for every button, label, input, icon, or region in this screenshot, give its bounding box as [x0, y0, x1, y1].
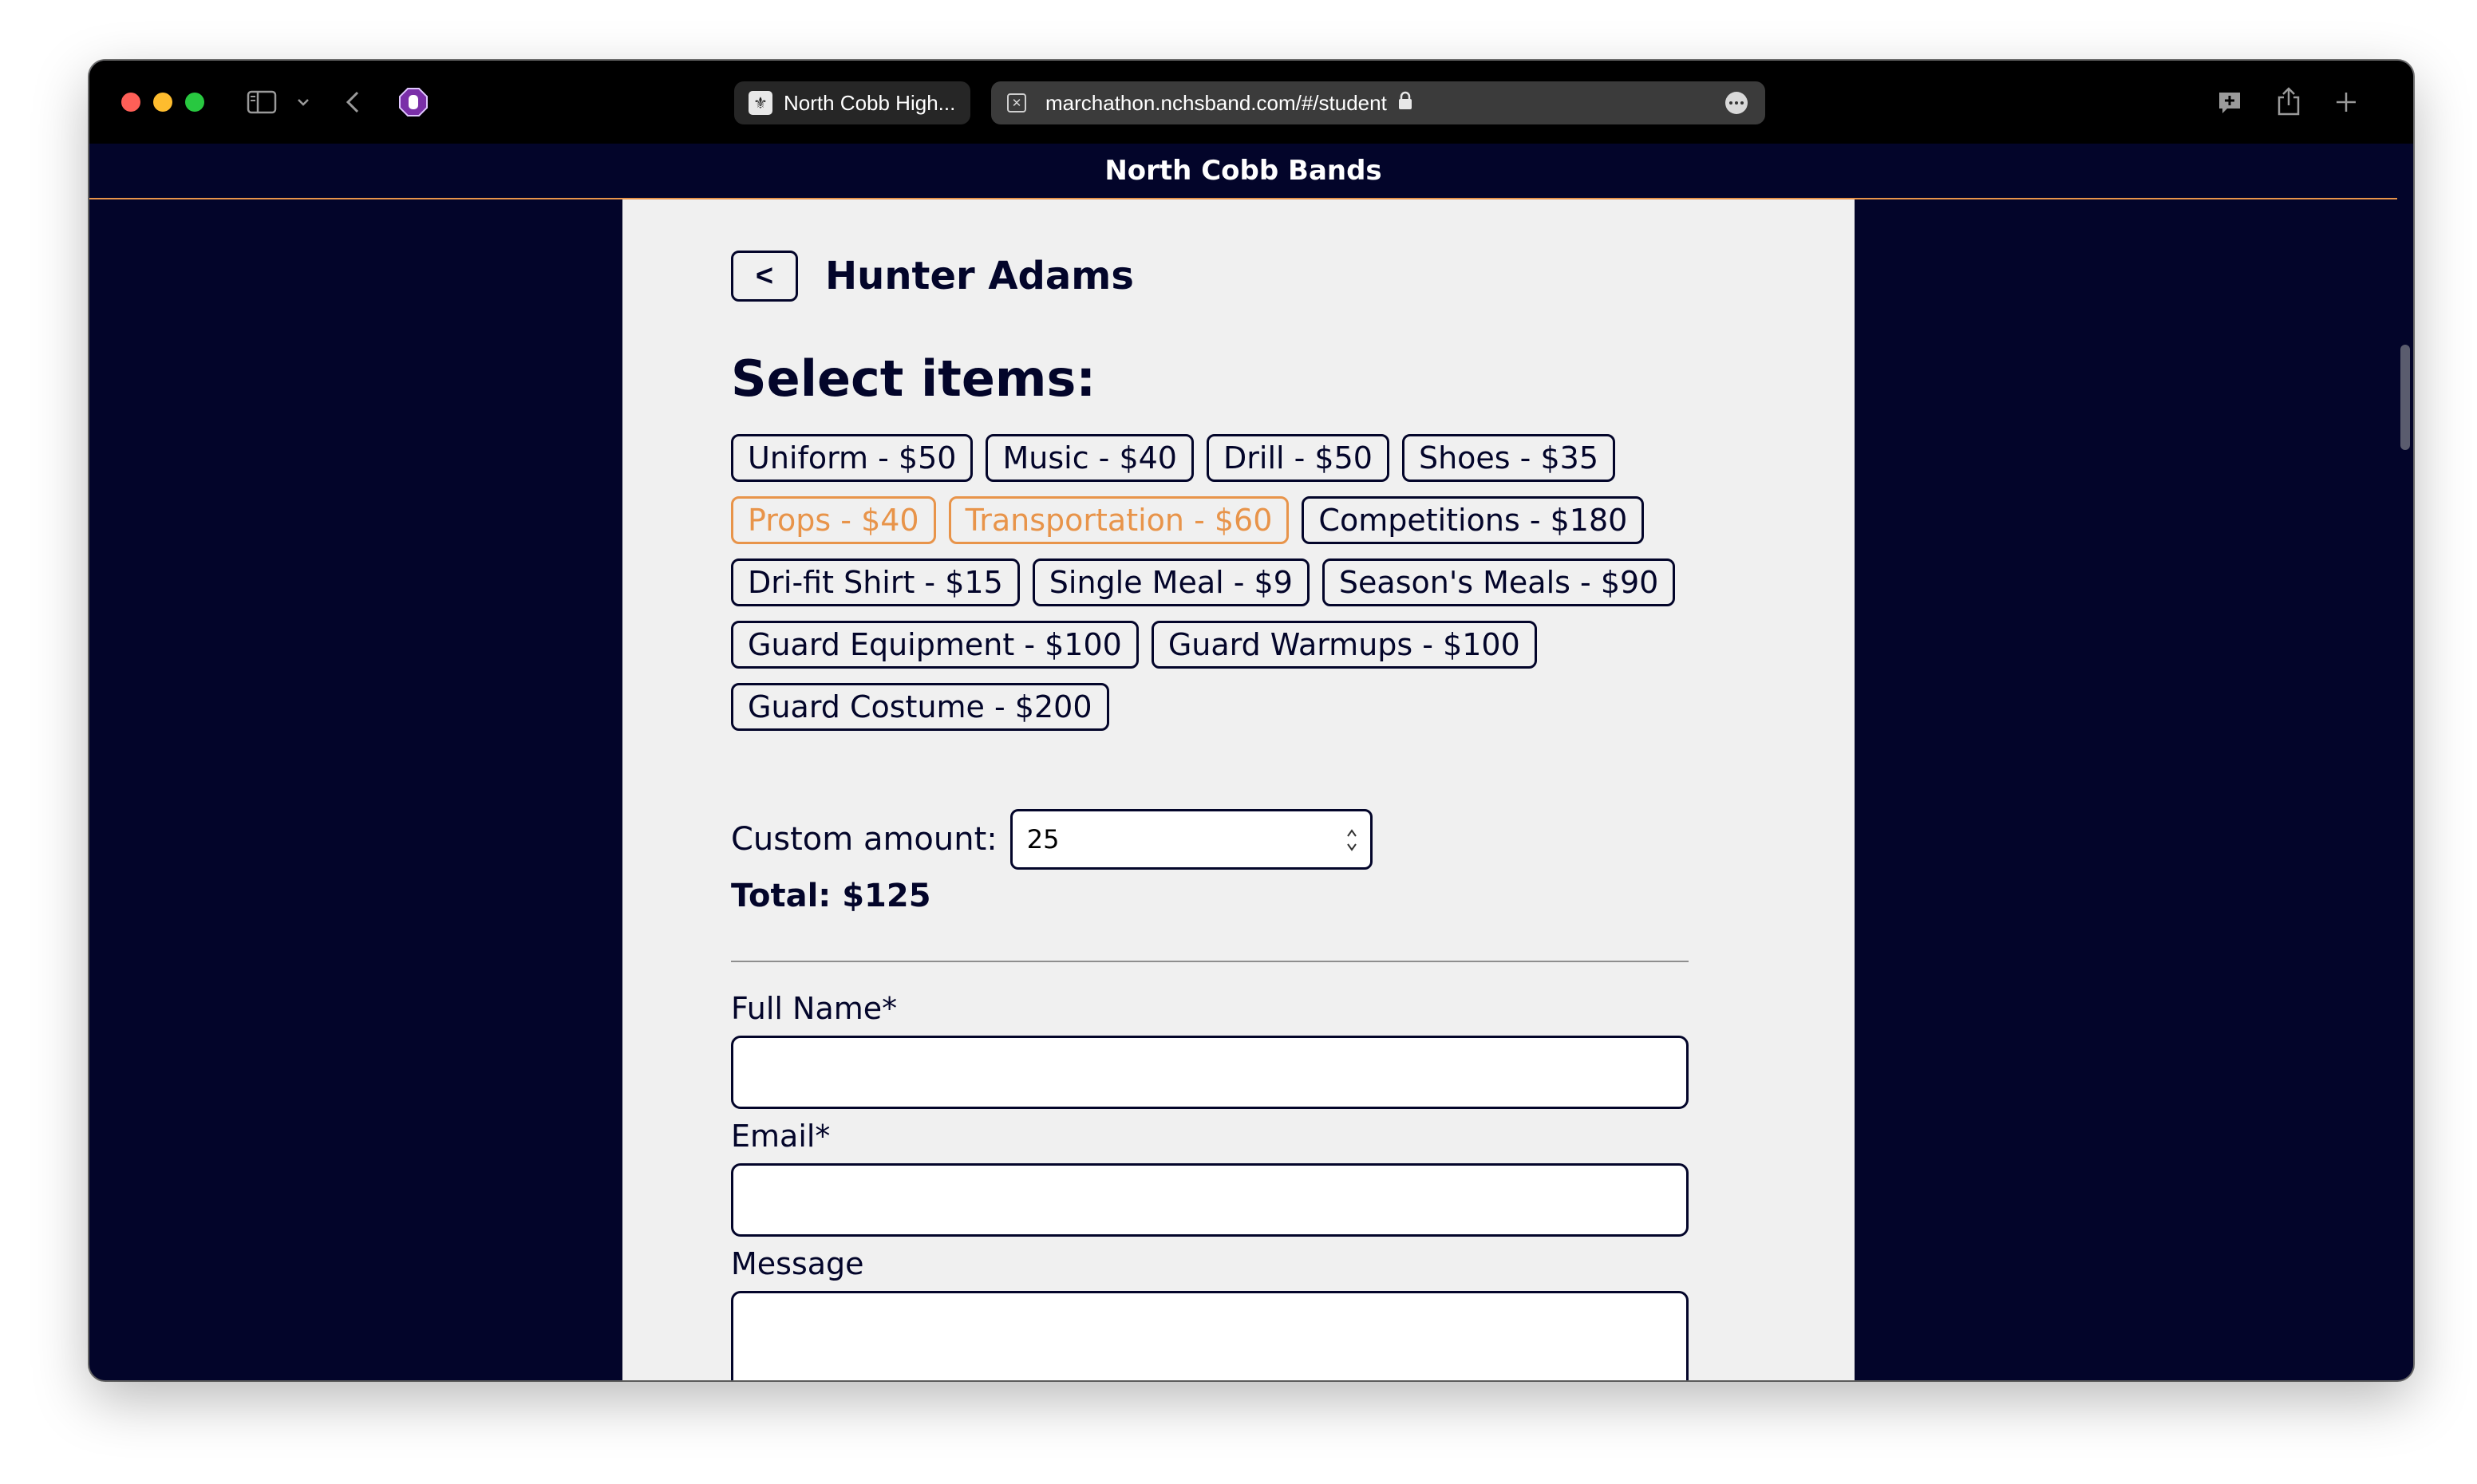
item-props-chip[interactable]: Props - $40	[731, 496, 936, 544]
custom-amount-label: Custom amount:	[731, 821, 998, 858]
item-row: Uniform - $50 Music - $40 Drill - $50 Sh…	[731, 434, 1768, 482]
site-header: North Cobb Bands	[89, 144, 2397, 199]
lock-icon	[1398, 91, 1412, 116]
new-tab-icon[interactable]	[2332, 88, 2360, 116]
item-uniform-chip[interactable]: Uniform - $50	[731, 434, 974, 482]
item-guard-warmups-chip[interactable]: Guard Warmups - $100	[1151, 621, 1537, 669]
item-row: Dri-fit Shirt - $15 Single Meal - $9 Sea…	[731, 558, 1768, 606]
tab-north-cobb-high[interactable]: ⚜ North Cobb High...	[734, 81, 970, 124]
item-drill-chip[interactable]: Drill - $50	[1207, 434, 1389, 482]
item-guard-costume-chip[interactable]: Guard Costume - $200	[731, 683, 1109, 731]
item-single-meal-chip[interactable]: Single Meal - $9	[1032, 558, 1310, 606]
item-chip-list: Uniform - $50 Music - $40 Drill - $50 Sh…	[731, 434, 1768, 745]
total-amount: Total: $125	[731, 878, 931, 914]
custom-amount-row: Custom amount: 25	[731, 809, 1373, 870]
back-arrow-icon[interactable]	[342, 88, 364, 116]
page-favicon-icon: ✕	[1007, 93, 1026, 112]
email-input[interactable]	[731, 1163, 1689, 1237]
select-items-heading: Select items:	[731, 349, 1096, 408]
divider	[731, 961, 1689, 962]
message-label: Message	[731, 1246, 864, 1281]
item-competitions-chip[interactable]: Competitions - $180	[1302, 496, 1645, 544]
share-icon[interactable]	[2273, 85, 2305, 118]
sidebar-icon[interactable]	[246, 88, 278, 116]
item-row: Guard Costume - $200	[731, 683, 1768, 731]
item-guard-equipment-chip[interactable]: Guard Equipment - $100	[731, 621, 1139, 669]
site-title: North Cobb Bands	[1104, 155, 1382, 187]
full-name-input[interactable]	[731, 1036, 1689, 1109]
item-seasons-meals-chip[interactable]: Season's Meals - $90	[1321, 558, 1676, 606]
address-text: marchathon.nchsband.com/#/student	[1045, 90, 1387, 115]
donation-panel: < Hunter Adams Select items: Uniform - $…	[622, 199, 1855, 1380]
custom-amount-value: 25	[1026, 824, 1060, 854]
item-dri-fit-shirt-chip[interactable]: Dri-fit Shirt - $15	[731, 558, 1020, 606]
extension-icon[interactable]	[397, 86, 429, 118]
custom-amount-input[interactable]: 25	[1009, 809, 1373, 870]
item-row: Guard Equipment - $100 Guard Warmups - $…	[731, 621, 1768, 669]
item-transportation-chip[interactable]: Transportation - $60	[948, 496, 1290, 544]
scrollbar-thumb[interactable]	[2400, 345, 2410, 450]
browser-toolbar: ⚜ North Cobb High... ✕ marchathon.nchsba…	[89, 61, 2413, 144]
minimize-window-button[interactable]	[153, 93, 172, 112]
browser-window: ⚜ North Cobb High... ✕ marchathon.nchsba…	[89, 61, 2413, 1380]
more-options-icon[interactable]	[1725, 92, 1748, 114]
student-name: Hunter Adams	[825, 254, 1134, 298]
scrollbar[interactable]	[2397, 144, 2413, 1380]
back-button[interactable]: <	[731, 251, 798, 302]
number-stepper-icon[interactable]	[1346, 826, 1357, 854]
tab-marchathon-address[interactable]: ✕ marchathon.nchsband.com/#/student	[991, 81, 1765, 124]
item-shoes-chip[interactable]: Shoes - $35	[1401, 434, 1615, 482]
close-window-button[interactable]	[121, 93, 140, 112]
item-music-chip[interactable]: Music - $40	[986, 434, 1194, 482]
message-textarea[interactable]	[731, 1291, 1689, 1380]
item-row: Props - $40 Transportation - $60 Competi…	[731, 496, 1768, 544]
zoom-window-button[interactable]	[185, 93, 204, 112]
full-name-label: Full Name*	[731, 991, 898, 1026]
chevron-down-icon[interactable]	[294, 93, 313, 112]
email-label: Email*	[731, 1119, 831, 1154]
student-header: < Hunter Adams	[731, 249, 1134, 303]
add-note-icon[interactable]	[2214, 88, 2246, 118]
tab-label: North Cobb High...	[784, 90, 956, 115]
school-favicon-icon: ⚜	[749, 91, 772, 115]
